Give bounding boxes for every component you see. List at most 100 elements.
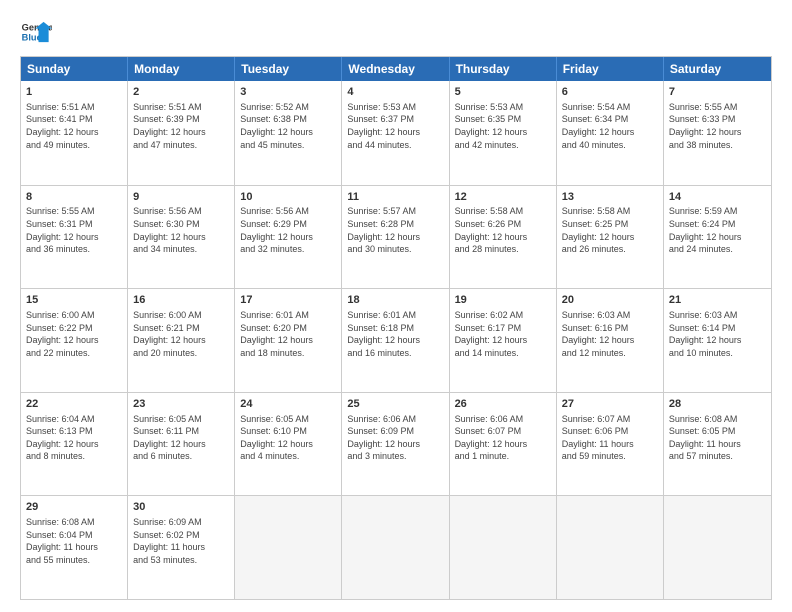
day-info: and 42 minutes. [455,139,551,152]
day-info: and 44 minutes. [347,139,443,152]
header-day-sunday: Sunday [21,57,128,81]
day-info: Sunrise: 6:07 AM [562,413,658,426]
day-info: Sunset: 6:21 PM [133,322,229,335]
day-info: Sunrise: 6:05 AM [133,413,229,426]
day-info: Sunrise: 5:57 AM [347,205,443,218]
calendar-day-29: 29Sunrise: 6:08 AMSunset: 6:04 PMDayligh… [21,496,128,599]
logo-icon: General Blue [20,18,52,46]
day-info: Sunset: 6:04 PM [26,529,122,542]
day-number: 28 [669,397,766,412]
day-info: Sunset: 6:22 PM [26,322,122,335]
day-number: 12 [455,190,551,205]
day-info: Daylight: 12 hours [26,334,122,347]
day-number: 21 [669,293,766,308]
day-info: Sunrise: 6:03 AM [562,309,658,322]
day-info: Sunset: 6:18 PM [347,322,443,335]
day-number: 27 [562,397,658,412]
day-info: Daylight: 12 hours [455,334,551,347]
day-number: 14 [669,190,766,205]
header-day-friday: Friday [557,57,664,81]
day-info: and 24 minutes. [669,243,766,256]
day-number: 26 [455,397,551,412]
day-info: Sunset: 6:35 PM [455,113,551,126]
day-info: Daylight: 12 hours [455,231,551,244]
day-info: Sunset: 6:37 PM [347,113,443,126]
day-info: and 32 minutes. [240,243,336,256]
day-info: and 12 minutes. [562,347,658,360]
day-number: 17 [240,293,336,308]
day-info: and 38 minutes. [669,139,766,152]
day-number: 9 [133,190,229,205]
day-info: and 26 minutes. [562,243,658,256]
day-number: 20 [562,293,658,308]
day-info: Sunset: 6:06 PM [562,425,658,438]
day-info: and 22 minutes. [26,347,122,360]
day-info: Sunrise: 6:00 AM [133,309,229,322]
day-info: Sunrise: 5:58 AM [455,205,551,218]
day-info: and 20 minutes. [133,347,229,360]
day-number: 2 [133,85,229,100]
day-info: Sunset: 6:41 PM [26,113,122,126]
day-info: and 4 minutes. [240,450,336,463]
day-info: Daylight: 12 hours [133,438,229,451]
day-info: Daylight: 12 hours [562,334,658,347]
day-number: 10 [240,190,336,205]
day-number: 1 [26,85,122,100]
day-info: Daylight: 12 hours [26,231,122,244]
calendar-day-19: 19Sunrise: 6:02 AMSunset: 6:17 PMDayligh… [450,289,557,392]
day-info: Daylight: 12 hours [133,126,229,139]
calendar-day-9: 9Sunrise: 5:56 AMSunset: 6:30 PMDaylight… [128,186,235,289]
calendar-day-30: 30Sunrise: 6:09 AMSunset: 6:02 PMDayligh… [128,496,235,599]
day-info: and 57 minutes. [669,450,766,463]
day-info: and 28 minutes. [455,243,551,256]
day-info: Daylight: 12 hours [240,126,336,139]
day-info: Sunset: 6:29 PM [240,218,336,231]
day-info: Daylight: 12 hours [240,334,336,347]
day-info: Sunset: 6:26 PM [455,218,551,231]
calendar-day-2: 2Sunrise: 5:51 AMSunset: 6:39 PMDaylight… [128,81,235,185]
day-number: 8 [26,190,122,205]
day-info: Sunrise: 6:01 AM [240,309,336,322]
day-info: Sunset: 6:02 PM [133,529,229,542]
day-info: Sunrise: 6:04 AM [26,413,122,426]
day-info: and 36 minutes. [26,243,122,256]
day-info: Sunset: 6:31 PM [26,218,122,231]
day-info: Daylight: 11 hours [669,438,766,451]
day-number: 25 [347,397,443,412]
calendar: SundayMondayTuesdayWednesdayThursdayFrid… [20,56,772,600]
calendar-day-28: 28Sunrise: 6:08 AMSunset: 6:05 PMDayligh… [664,393,771,496]
day-info: Daylight: 12 hours [562,126,658,139]
day-number: 23 [133,397,229,412]
day-info: Sunrise: 6:02 AM [455,309,551,322]
day-info: Daylight: 12 hours [26,438,122,451]
day-info: Sunrise: 5:51 AM [133,101,229,114]
day-info: Daylight: 12 hours [669,126,766,139]
day-info: and 40 minutes. [562,139,658,152]
logo: General Blue [20,18,52,46]
calendar-day-empty [235,496,342,599]
day-info: Sunrise: 5:53 AM [455,101,551,114]
day-info: Sunset: 6:09 PM [347,425,443,438]
day-info: Daylight: 12 hours [133,334,229,347]
day-info: Sunrise: 6:00 AM [26,309,122,322]
calendar-day-1: 1Sunrise: 5:51 AMSunset: 6:41 PMDaylight… [21,81,128,185]
day-info: Daylight: 12 hours [455,438,551,451]
day-info: Sunset: 6:28 PM [347,218,443,231]
calendar-day-10: 10Sunrise: 5:56 AMSunset: 6:29 PMDayligh… [235,186,342,289]
calendar-day-3: 3Sunrise: 5:52 AMSunset: 6:38 PMDaylight… [235,81,342,185]
day-info: and 55 minutes. [26,554,122,567]
day-info: and 18 minutes. [240,347,336,360]
day-info: Sunset: 6:30 PM [133,218,229,231]
header-day-wednesday: Wednesday [342,57,449,81]
day-info: and 30 minutes. [347,243,443,256]
day-info: Daylight: 12 hours [347,438,443,451]
day-info: Sunrise: 5:53 AM [347,101,443,114]
day-number: 24 [240,397,336,412]
day-info: Daylight: 12 hours [562,231,658,244]
day-info: Sunrise: 6:06 AM [347,413,443,426]
day-info: Sunset: 6:13 PM [26,425,122,438]
day-number: 6 [562,85,658,100]
calendar-day-20: 20Sunrise: 6:03 AMSunset: 6:16 PMDayligh… [557,289,664,392]
header-day-saturday: Saturday [664,57,771,81]
day-info: Sunset: 6:17 PM [455,322,551,335]
